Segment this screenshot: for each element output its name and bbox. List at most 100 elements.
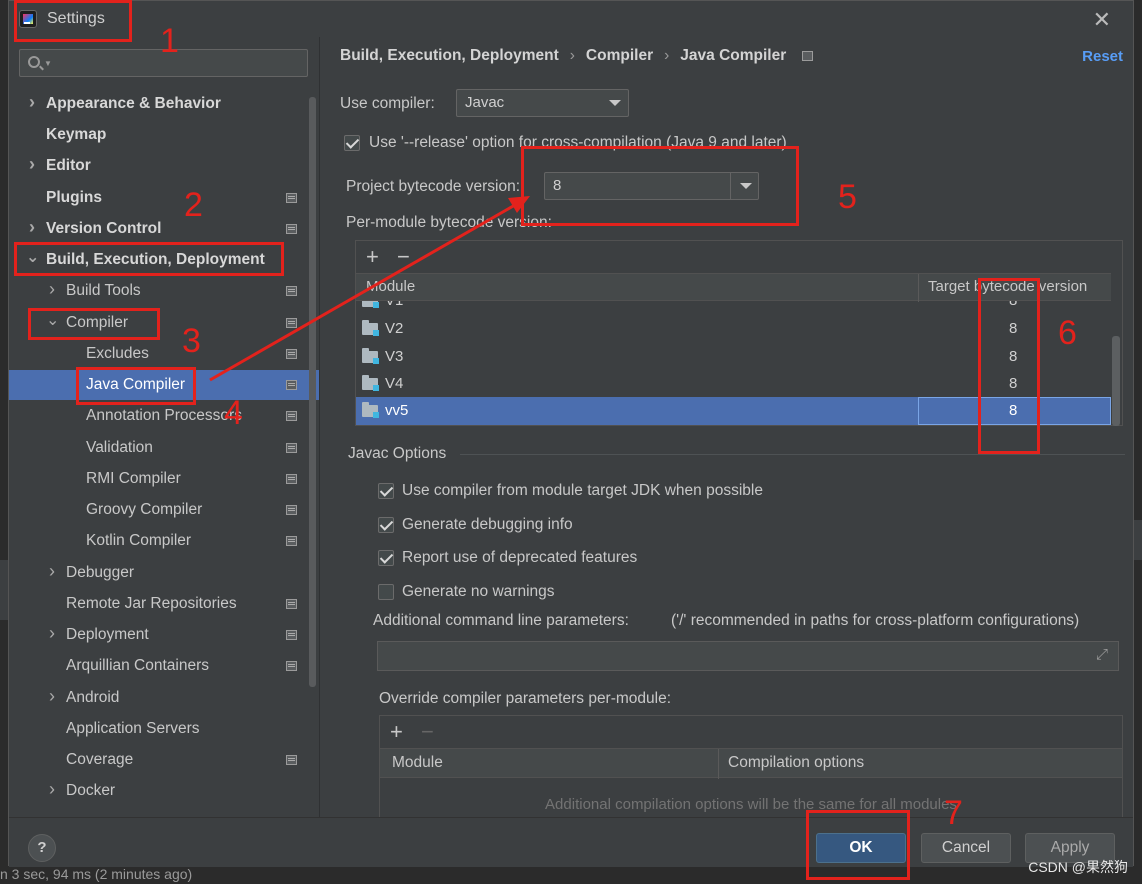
module-row[interactable]: V1 8	[356, 301, 1111, 315]
override-table: + − Module Compilation options Additiona…	[379, 715, 1123, 825]
project-settings-icon	[286, 630, 297, 640]
column-divider	[718, 749, 719, 779]
module-row[interactable]: V4 8	[356, 370, 1111, 398]
dialog-title: Settings	[47, 10, 105, 27]
javac-option-checkbox[interactable]	[378, 517, 394, 533]
project-settings-icon	[286, 286, 297, 296]
sidebar-item[interactable]: › Debugger	[9, 558, 319, 588]
module-row[interactable]: V2 8	[356, 315, 1111, 343]
help-button[interactable]: ?	[28, 834, 56, 862]
expand-icon[interactable]	[1096, 646, 1110, 663]
close-icon[interactable]: ✕	[1093, 7, 1111, 33]
additional-params-input[interactable]	[377, 641, 1119, 671]
javac-option-checkbox[interactable]	[378, 584, 394, 600]
chevron-down-icon[interactable]: ⌄	[46, 310, 59, 330]
sidebar-item[interactable]: › Docker	[9, 776, 319, 806]
sidebar-item[interactable]: Annotation Processors	[9, 401, 319, 431]
sidebar-item[interactable]: Java Compiler	[9, 370, 319, 400]
chevron-right-icon[interactable]: ›	[46, 623, 58, 644]
per-module-scrollbar[interactable]	[1112, 336, 1120, 426]
chevron-right-icon[interactable]: ›	[46, 279, 58, 300]
sidebar-item[interactable]: RMI Compiler	[9, 464, 319, 494]
sidebar-item[interactable]: ⌄ Compiler	[9, 308, 319, 338]
chevron-right-icon[interactable]: ›	[46, 561, 58, 582]
sidebar-scrollbar[interactable]	[309, 97, 316, 687]
sidebar-item[interactable]: › Build Tools	[9, 276, 319, 306]
project-settings-icon	[286, 661, 297, 671]
sidebar-item[interactable]: Excludes	[9, 339, 319, 369]
remove-module-button[interactable]: −	[397, 244, 410, 270]
sidebar-item[interactable]: Arquillian Containers	[9, 651, 319, 681]
sidebar-item[interactable]: Groovy Compiler	[9, 495, 319, 525]
annotation-number-3: 3	[182, 322, 201, 360]
module-folder-icon	[362, 375, 379, 391]
module-name: V2	[385, 320, 404, 337]
use-compiler-select[interactable]: Javac	[456, 89, 629, 117]
chevron-right-icon[interactable]: ›	[46, 686, 58, 707]
chevron-down-icon	[730, 173, 758, 199]
sidebar-item[interactable]: › Android	[9, 683, 319, 713]
project-settings-icon	[286, 599, 297, 609]
sidebar-item[interactable]: Kotlin Compiler	[9, 526, 319, 556]
annotation-number-1: 1	[160, 22, 179, 60]
sidebar-item[interactable]: Plugins	[9, 183, 319, 213]
breadcrumb-item: Compiler	[585, 47, 654, 64]
sidebar-item-label: Excludes	[86, 345, 149, 362]
sidebar-item[interactable]: Keymap	[9, 120, 319, 150]
release-option-label: Use '--release' option for cross-compila…	[369, 134, 787, 151]
compilation-options-column-header[interactable]: Compilation options	[728, 754, 864, 772]
sidebar-item[interactable]: › Appearance & Behavior	[9, 89, 319, 119]
javac-option-label: Use compiler from module target JDK when…	[402, 482, 763, 499]
override-module-column-header[interactable]: Module	[392, 754, 443, 772]
use-compiler-label: Use compiler:	[340, 95, 435, 112]
target-version-column-header[interactable]: Target bytecode version	[928, 278, 1087, 295]
sidebar-item[interactable]: ⌄ Build, Execution, Deployment	[9, 245, 319, 275]
sidebar-item[interactable]: Validation	[9, 433, 319, 463]
reset-link[interactable]: Reset	[1082, 48, 1123, 65]
project-settings-icon	[286, 536, 297, 546]
module-row[interactable]: vv5 8	[356, 397, 1111, 425]
sidebar-item[interactable]: › Version Control	[9, 214, 319, 244]
annotation-number-6: 6	[1058, 314, 1077, 352]
module-folder-icon	[362, 348, 379, 364]
ok-button[interactable]: OK	[816, 833, 906, 863]
cancel-button[interactable]: Cancel	[921, 833, 1011, 863]
module-name: V1	[385, 301, 403, 309]
module-column-header[interactable]: Module	[366, 278, 415, 295]
chevron-down-icon[interactable]: ⌄	[26, 247, 39, 267]
sidebar-item[interactable]: Remote Jar Repositories	[9, 589, 319, 619]
sidebar-item-label: Validation	[86, 439, 153, 456]
dialog-footer: ? OK Cancel Apply	[9, 817, 1133, 867]
chevron-right-icon[interactable]: ›	[26, 217, 38, 238]
settings-sidebar: ▼ › Appearance & Behavior Keymap › Editor Plu…	[9, 37, 319, 817]
sidebar-item[interactable]: › Deployment	[9, 620, 319, 650]
module-target-version: 8	[1009, 348, 1018, 365]
sidebar-item-label: Compiler	[66, 314, 129, 331]
module-name: V4	[385, 375, 404, 392]
sidebar-item[interactable]: › Editor	[9, 151, 319, 181]
breadcrumb-item: Build, Execution, Deployment	[340, 47, 559, 64]
add-module-button[interactable]: +	[366, 244, 379, 270]
javac-option-checkbox[interactable]	[378, 483, 394, 499]
intellij-logo-icon	[19, 10, 37, 28]
project-settings-icon	[286, 505, 297, 515]
release-option-checkbox[interactable]	[344, 135, 360, 151]
sidebar-item-label: Deployment	[66, 626, 149, 643]
sidebar-item-label: Editor	[46, 157, 91, 174]
chevron-right-icon[interactable]: ›	[26, 92, 38, 113]
sidebar-item-label: Debugger	[66, 564, 135, 581]
project-settings-icon	[802, 51, 814, 61]
override-table-header: Module Compilation options	[380, 748, 1122, 779]
chevron-right-icon[interactable]: ›	[46, 779, 58, 800]
javac-option-checkbox[interactable]	[378, 550, 394, 566]
project-settings-icon	[286, 474, 297, 484]
remove-override-button[interactable]: −	[421, 719, 434, 745]
module-row[interactable]: V3 8	[356, 343, 1111, 371]
add-override-button[interactable]: +	[390, 719, 403, 745]
sidebar-item[interactable]: Coverage	[9, 745, 319, 775]
sidebar-item[interactable]: Application Servers	[9, 714, 319, 744]
project-bytecode-select[interactable]: 8	[544, 172, 759, 200]
java-compiler-panel: Build, Execution, Deployment › Compiler › Ja…	[320, 37, 1133, 825]
chevron-right-icon[interactable]: ›	[26, 154, 38, 175]
search-history-dropdown-icon[interactable]: ▼	[44, 59, 52, 68]
